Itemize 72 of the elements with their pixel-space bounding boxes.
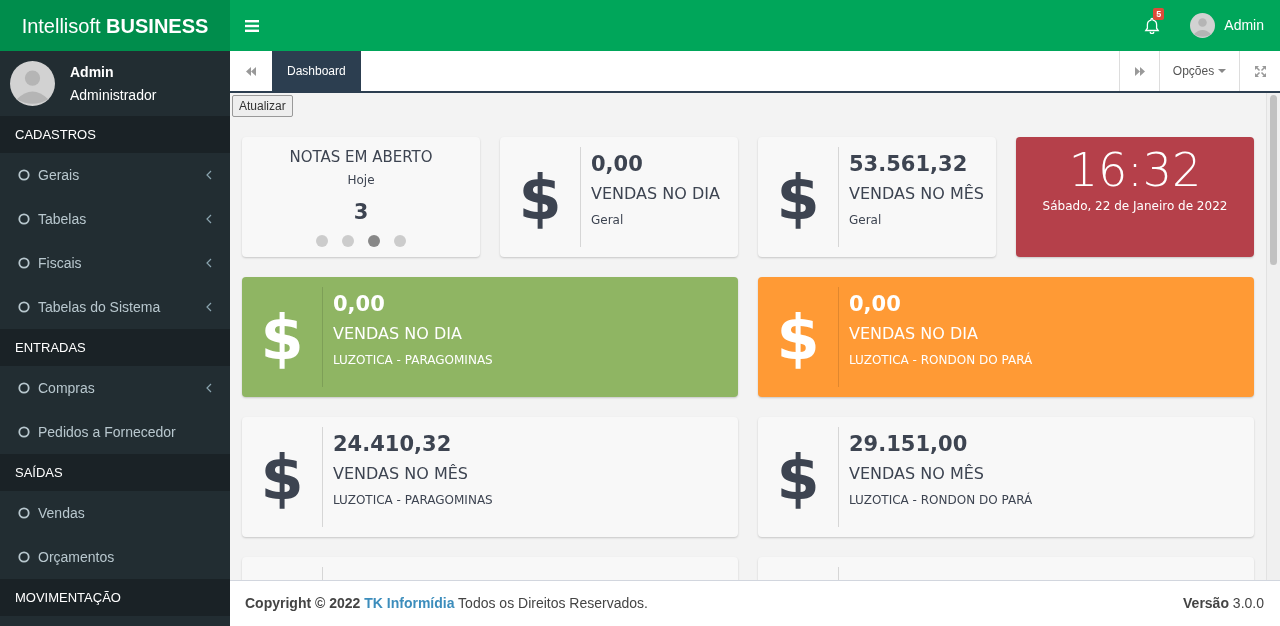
stat-subtitle: Geral — [591, 212, 625, 229]
stat-value: 0,00 — [849, 291, 902, 318]
menu-section-header: SAÍDAS — [15, 463, 63, 482]
scrollbar[interactable] — [1266, 93, 1280, 580]
copyright-text: Copyright © 2022 TK Informídia Todos os Direitos Reservados. — [245, 594, 648, 613]
dollar-icon: $ — [776, 430, 820, 524]
circle-icon — [18, 257, 30, 269]
stat-subtitle: LUZOTICA - RONDON DO PARÁ — [849, 491, 1033, 509]
stat-label: VENDAS NO DIA — [849, 323, 979, 345]
refresh-button[interactable]: Atualizar — [232, 95, 293, 117]
dollar-icon: $ — [776, 290, 820, 384]
sidebar-item[interactable]: Fiscais — [0, 241, 230, 285]
stat-value: 53.561,32 — [849, 151, 969, 178]
sidebar-item[interactable]: Tabelas do Sistema — [0, 285, 230, 329]
stat-value: 24.410,32 — [333, 431, 453, 458]
brand-logo-text: Intellisoft BUSINESS — [21, 13, 209, 39]
clock-date: Sábado, 22 de Janeiro de 2022 — [1042, 198, 1228, 215]
sidebar-item[interactable]: Vendas — [0, 491, 230, 535]
sidebar-item[interactable]: Tabelas — [0, 197, 230, 241]
fast-forward-icon — [1134, 66, 1145, 76]
stat-value: 0,00 — [333, 291, 386, 318]
version-text: Versão 3.0.0 — [1183, 594, 1264, 613]
stat-subtitle: LUZOTICA - RONDON DO PARÁ — [849, 351, 1033, 369]
sidebar-item[interactable]: Gerais — [0, 153, 230, 197]
expand-arrows-icon — [1254, 65, 1266, 77]
circle-icon — [18, 169, 30, 181]
counter-value: 3 — [353, 199, 369, 226]
avatar-icon — [10, 61, 55, 106]
stat-label: VENDAS NO DIA — [591, 183, 720, 205]
counter-subtitle: Hoje — [347, 172, 375, 189]
stat-label: VENDAS NO MÊS — [849, 463, 985, 485]
dollar-icon: $ — [260, 290, 304, 384]
carousel-indicator[interactable] — [394, 235, 406, 247]
notification-count: 5 — [1153, 8, 1165, 20]
circle-icon — [18, 213, 30, 225]
tab[interactable]: Dashboard — [272, 51, 361, 91]
company-link[interactable]: TK Informídia — [364, 595, 455, 611]
sidebar-item[interactable]: Pedidos a Fornecedor — [0, 410, 230, 454]
avatar-icon — [1190, 13, 1216, 38]
sidebar-item[interactable]: Orçamentos — [0, 535, 230, 579]
menu-section-header: CADASTROS — [15, 125, 96, 144]
menu-icon[interactable] — [245, 19, 259, 32]
stat-label: VENDAS NO DIA — [333, 323, 463, 345]
dollar-icon: $ — [260, 430, 304, 524]
menu-section-header: MOVIMENTAÇÃO — [15, 588, 121, 607]
dollar-icon: $ — [776, 150, 820, 244]
scrollbar-thumb[interactable] — [1270, 95, 1277, 265]
circle-icon — [18, 382, 30, 394]
stat-subtitle: LUZOTICA - PARAGOMINAS — [333, 492, 493, 509]
user-role: Administrador — [70, 85, 157, 105]
stat-subtitle: LUZOTICA - PARAGOMINAS — [333, 352, 493, 369]
stat-value: 0,00 — [591, 151, 644, 178]
dollar-icon: $ — [518, 150, 562, 244]
stat-label: VENDAS NO MÊS — [333, 463, 469, 485]
carousel-indicator[interactable] — [342, 235, 354, 247]
user-name: Admin — [70, 62, 115, 82]
caret-down-icon — [1218, 69, 1227, 73]
clock-time: 16:32 — [1068, 143, 1202, 197]
carousel-indicator[interactable] — [368, 235, 380, 247]
stat-value: 29.151,00 — [849, 431, 969, 458]
sidebar-item[interactable]: Compras — [0, 366, 230, 410]
stat-label: VENDAS NO MÊS — [849, 183, 984, 205]
menu-section-header: ENTRADAS — [15, 338, 86, 357]
circle-icon — [18, 426, 30, 438]
counter-title: NOTAS EM ABERTO — [289, 147, 433, 167]
circle-icon — [18, 551, 30, 563]
bell-icon[interactable] — [1144, 17, 1161, 34]
carousel-indicator[interactable] — [316, 235, 328, 247]
rewind-icon — [246, 66, 256, 76]
circle-icon — [18, 301, 30, 313]
stat-subtitle: Geral — [849, 212, 883, 229]
circle-icon — [18, 507, 30, 519]
